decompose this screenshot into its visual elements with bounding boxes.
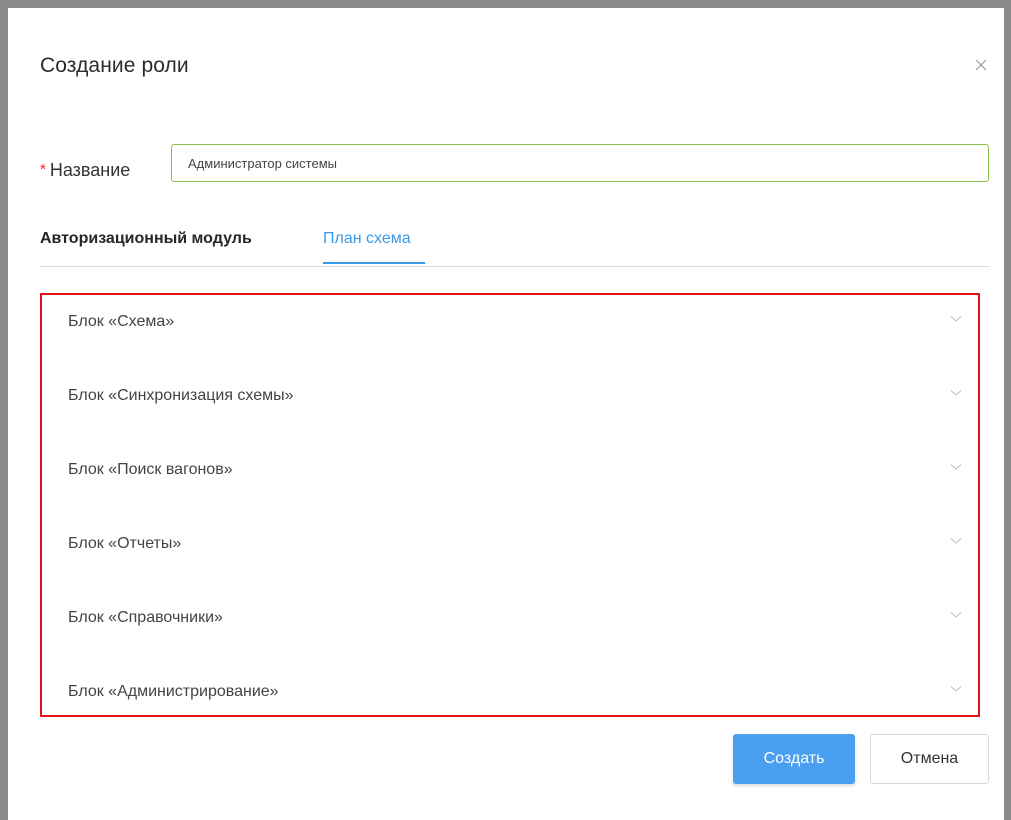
permission-blocks-panel: Блок «Схема» Блок «Синхронизация схемы» … — [40, 293, 980, 717]
tab-bar: Авторизационный модуль План схема — [40, 220, 990, 267]
modal-dialog: Создание роли *Название Авторизационный … — [0, 0, 1011, 820]
chevron-down-icon — [950, 390, 962, 396]
block-label: Блок «Синхронизация схемы» — [68, 387, 294, 404]
block-administration[interactable]: Блок «Администрирование» — [42, 679, 978, 709]
block-label: Блок «Схема» — [68, 313, 175, 330]
block-label: Блок «Администрирование» — [68, 683, 279, 700]
block-directories[interactable]: Блок «Справочники» — [42, 605, 978, 635]
name-field-label: * Название — [40, 160, 130, 181]
role-name-input[interactable] — [171, 144, 989, 182]
chevron-down-icon — [950, 538, 962, 544]
cancel-button[interactable]: Отмена — [870, 734, 989, 784]
block-label: Блок «Поиск вагонов» — [68, 461, 233, 478]
tab-auth-module[interactable]: Авторизационный модуль — [40, 230, 252, 262]
create-button[interactable]: Создать — [733, 734, 855, 784]
chevron-down-icon — [950, 686, 962, 692]
block-scheme-sync[interactable]: Блок «Синхронизация схемы» — [42, 383, 978, 413]
name-label-text: Название — [49, 160, 131, 180]
block-wagon-search[interactable]: Блок «Поиск вагонов» — [42, 457, 978, 487]
block-label: Блок «Справочники» — [68, 609, 223, 626]
block-label: Блок «Отчеты» — [68, 535, 182, 552]
chevron-down-icon — [950, 612, 962, 618]
required-mark: * — [40, 161, 46, 178]
block-scheme[interactable]: Блок «Схема» — [42, 309, 978, 339]
chevron-down-icon — [950, 316, 962, 322]
block-reports[interactable]: Блок «Отчеты» — [42, 531, 978, 561]
tab-plan-scheme[interactable]: План схема — [323, 230, 425, 264]
modal-title: Создание роли — [40, 54, 189, 77]
close-icon[interactable] — [974, 58, 988, 72]
chevron-down-icon — [950, 464, 962, 470]
